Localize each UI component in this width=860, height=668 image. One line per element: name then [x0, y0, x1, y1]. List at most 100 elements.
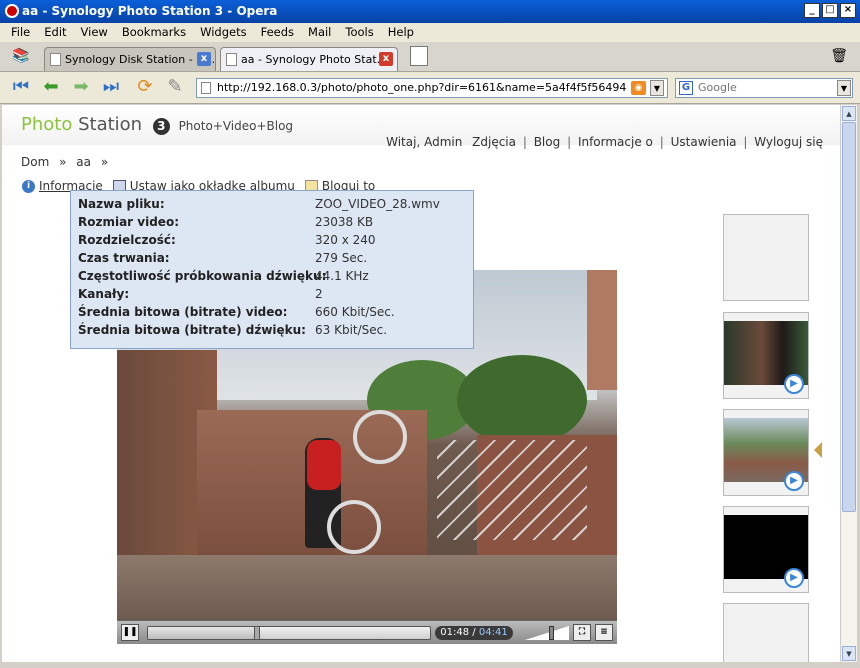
- video-railings: [437, 440, 587, 540]
- volume-slider[interactable]: [525, 626, 569, 640]
- info-value: 2: [315, 287, 323, 301]
- info-row: Rozmiar video: 23038 KB: [78, 215, 473, 233]
- close-tab-icon[interactable]: x: [379, 52, 393, 66]
- breadcrumb-separator: »: [59, 155, 67, 169]
- thumbnail-empty[interactable]: [723, 603, 809, 662]
- opera-icon: [5, 4, 19, 18]
- info-popup: Nazwa pliku: ZOO_VIDEO_28.wmv Rozmiar vid…: [70, 190, 474, 349]
- menu-edit[interactable]: Edit: [37, 23, 73, 42]
- nav-link-logout[interactable]: Wyloguj się: [754, 135, 823, 149]
- menu-bookmarks[interactable]: Bookmarks: [115, 23, 193, 42]
- video-building-edge: [587, 270, 617, 390]
- menu-widgets[interactable]: Widgets: [193, 23, 254, 42]
- tab-disk-station[interactable]: Synology Disk Station - D... x: [44, 47, 216, 71]
- seek-bar[interactable]: [147, 626, 431, 640]
- menu-tools[interactable]: Tools: [338, 23, 380, 42]
- scroll-thumb[interactable]: [842, 122, 856, 512]
- video-controls: ❚❚ 01:48 / 04:41 ⛶ ≡: [117, 620, 617, 644]
- info-row: Częstotliwość próbkowania dźwięku: 44.1 K…: [78, 269, 473, 287]
- new-tab-button[interactable]: [410, 46, 428, 66]
- seek-handle[interactable]: [254, 626, 260, 640]
- info-key: Czas trwania:: [78, 251, 170, 265]
- close-tab-icon[interactable]: x: [197, 52, 211, 66]
- address-bar[interactable]: ◉ ▼: [196, 78, 668, 98]
- page-scrollbar[interactable]: ▲ ▼: [840, 105, 857, 662]
- fast-forward-icon[interactable]: ⏭: [100, 78, 122, 98]
- thumbnail-video[interactable]: ▶: [723, 312, 809, 399]
- fullscreen-icon[interactable]: ⛶: [573, 624, 591, 641]
- url-dropdown-icon[interactable]: ▼: [650, 80, 664, 96]
- info-key: Średnia bitowa (bitrate) video:: [78, 305, 288, 319]
- minimize-button[interactable]: _: [804, 3, 820, 18]
- info-row: Czas trwania: 279 Sec.: [78, 251, 473, 269]
- scroll-up-icon[interactable]: ▲: [842, 106, 856, 121]
- greeting-text: Witaj, Admin: [386, 135, 463, 149]
- menu-file[interactable]: File: [4, 23, 37, 42]
- thumbnail-video-selected[interactable]: ▶: [723, 409, 809, 496]
- breadcrumb: Dom » aa »: [21, 155, 114, 169]
- search-input[interactable]: [698, 81, 828, 94]
- info-key: Rozdzielczość:: [78, 233, 176, 247]
- seek-progress: [148, 627, 257, 639]
- maximize-button[interactable]: □: [822, 3, 838, 18]
- forward-icon[interactable]: ➡: [70, 78, 92, 98]
- edit-icon[interactable]: ✎: [164, 78, 186, 98]
- info-value: 279 Sec.: [315, 251, 368, 265]
- video-tree: [457, 355, 587, 445]
- panels-toggle-icon[interactable]: 📚: [12, 48, 34, 64]
- breadcrumb-home[interactable]: Dom: [21, 155, 49, 169]
- search-box[interactable]: G ▼: [675, 78, 853, 98]
- photo-station-logo[interactable]: Photo Station 3 Photo+Video+Blog: [21, 114, 293, 135]
- rss-icon[interactable]: ◉: [631, 81, 646, 95]
- info-icon: i: [22, 179, 35, 193]
- menu-help[interactable]: Help: [381, 23, 421, 42]
- info-key: Rozmiar video:: [78, 215, 179, 229]
- total-time: 04:41: [478, 627, 508, 638]
- tab-bar: 📚 Synology Disk Station - D... x aa - Sy…: [0, 42, 860, 72]
- rewind-icon[interactable]: ⏮: [10, 78, 32, 98]
- back-icon[interactable]: ⬅: [40, 78, 62, 98]
- current-time: 01:48: [440, 627, 470, 638]
- volume-handle[interactable]: [549, 626, 554, 640]
- separator: |: [567, 135, 572, 149]
- menu-view[interactable]: View: [74, 23, 115, 42]
- thumbnail-video[interactable]: ▶: [723, 506, 809, 593]
- selected-thumbnail-marker: [814, 442, 822, 458]
- play-icon: ▶: [784, 568, 804, 588]
- google-icon: G: [679, 81, 693, 95]
- page-icon: [50, 53, 61, 66]
- nav-link-about[interactable]: Informacje o: [578, 135, 653, 149]
- trash-icon[interactable]: 🗑: [830, 48, 848, 64]
- separator: |: [743, 135, 748, 149]
- window-titlebar: aa - Synology Photo Station 3 - Opera _ …: [0, 0, 860, 23]
- tab-label: Synology Disk Station - D...: [65, 53, 216, 66]
- info-row: Średnia bitowa (bitrate) video: 660 Kbit/…: [78, 305, 473, 323]
- reload-icon[interactable]: ⟳: [134, 78, 156, 98]
- video-bike-wheel: [327, 500, 381, 554]
- breadcrumb-album[interactable]: aa: [76, 155, 91, 169]
- scroll-down-icon[interactable]: ▼: [842, 646, 856, 661]
- logo-station-text: Station: [78, 114, 143, 135]
- play-icon: ▶: [784, 374, 804, 394]
- nav-link-photos[interactable]: Zdjęcia: [472, 135, 516, 149]
- page-icon: [201, 82, 211, 94]
- play-icon: ▶: [784, 471, 804, 491]
- search-engine-dropdown-icon[interactable]: ▼: [837, 80, 851, 96]
- page-icon: [226, 53, 237, 66]
- time-display: 01:48 / 04:41: [435, 626, 513, 640]
- thumbnail-empty[interactable]: [723, 214, 809, 301]
- info-value: 63 Kbit/Sec.: [315, 323, 388, 337]
- info-value: 23038 KB: [315, 215, 374, 229]
- menu-mail[interactable]: Mail: [301, 23, 338, 42]
- url-input[interactable]: [217, 81, 627, 94]
- info-row: Rozdzielczość: 320 x 240: [78, 233, 473, 251]
- nav-link-blog[interactable]: Blog: [534, 135, 561, 149]
- pause-button[interactable]: ❚❚: [121, 624, 139, 641]
- close-window-button[interactable]: ×: [840, 3, 856, 18]
- menu-feeds[interactable]: Feeds: [254, 23, 301, 42]
- nav-link-settings[interactable]: Ustawienia: [671, 135, 737, 149]
- playlist-menu-icon[interactable]: ≡: [595, 624, 613, 641]
- tab-photo-station[interactable]: aa - Synology Photo Stat... x: [220, 47, 398, 71]
- top-navigation: Witaj, Admin Zdjęcia | Blog | Informacje…: [386, 135, 823, 149]
- logo-tagline: Photo+Video+Blog: [178, 119, 294, 133]
